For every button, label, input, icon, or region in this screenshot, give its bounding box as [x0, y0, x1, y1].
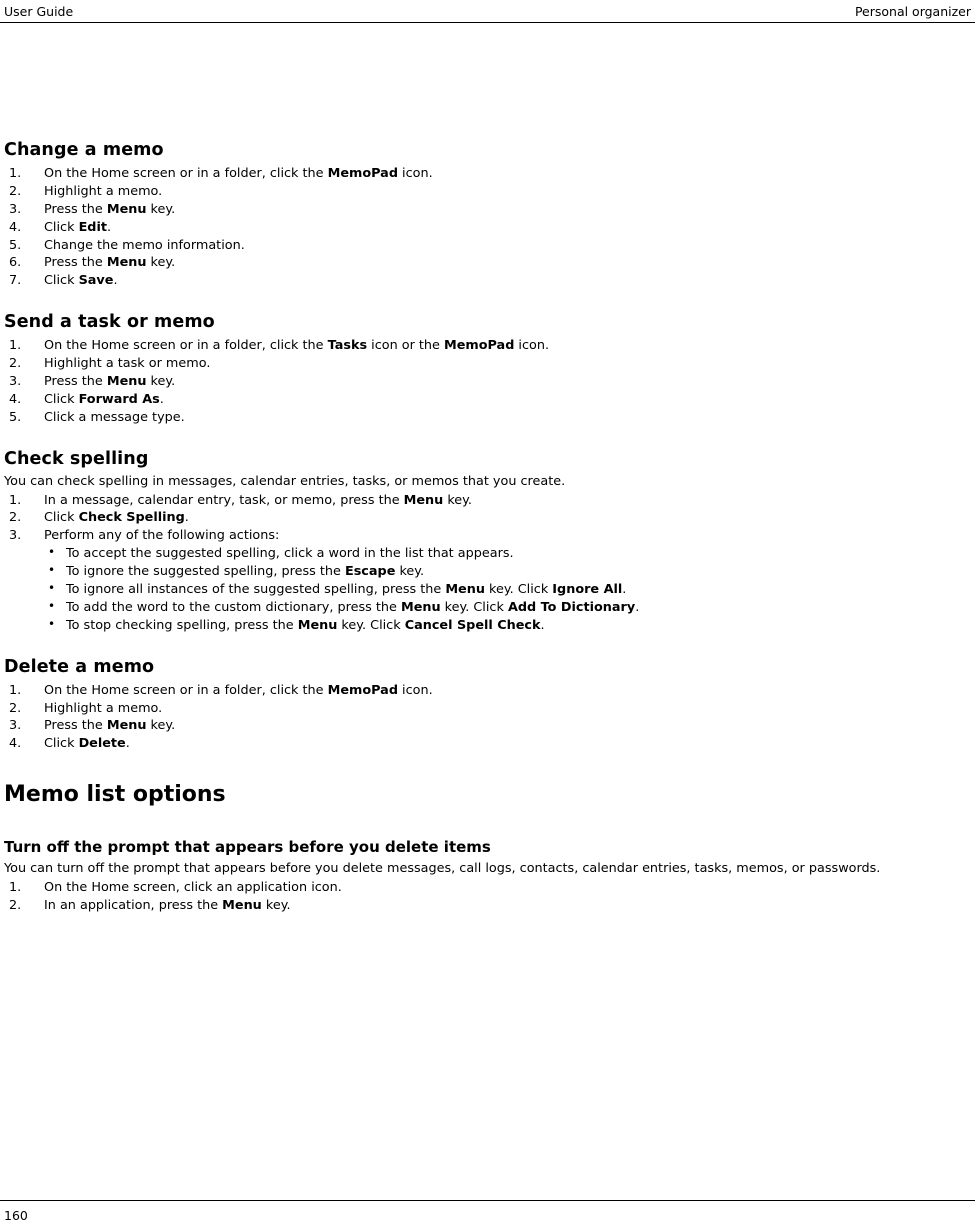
intro-check-spelling: You can check spelling in messages, cale… — [4, 473, 566, 489]
inline-bold-menu: Menu — [106, 374, 147, 390]
inline-bold-menu: Menu — [106, 255, 147, 271]
inline-bold-menu: Menu — [445, 582, 485, 598]
list-item: Click Edit. — [9, 219, 112, 237]
list-item: Perform any of the following actions: — [9, 528, 280, 545]
steps-turn-off-prompt: On the Home screen, click an application… — [4, 880, 959, 915]
header-left-label: User Guide — [4, 3, 74, 19]
list-item: Click Delete. — [9, 736, 130, 753]
document-page: User Guide Personal organizer Change a m… — [0, 0, 975, 1228]
inline-bold-menu: Menu — [106, 201, 147, 217]
header-right-label: Personal organizer — [854, 3, 971, 19]
list-item: Highlight a memo. — [9, 183, 163, 201]
bullets-check-spelling: To accept the suggested spelling, click … — [4, 545, 959, 635]
inline-bold-save: Save — [78, 273, 114, 289]
steps-send-a-task-or-memo: On the Home screen or in a folder, click… — [4, 338, 959, 426]
steps-delete-a-memo: On the Home screen or in a folder, click… — [4, 683, 959, 754]
list-item: On the Home screen or in a folder, click… — [9, 338, 550, 355]
list-item: Press the Menu key. — [9, 255, 176, 272]
inline-bold-delete: Delete — [78, 736, 126, 752]
list-item: In a message, calendar entry, task, or m… — [9, 492, 472, 510]
inline-bold-forward-as: Forward As — [78, 391, 160, 407]
list-item: To accept the suggested spelling, click … — [4, 545, 959, 563]
heading-check-spelling: Check spelling — [4, 448, 149, 469]
inline-bold-menu: Menu — [222, 898, 262, 914]
list-item: On the Home screen or in a folder, click… — [9, 682, 433, 700]
page-header: User Guide Personal organizer — [0, 0, 975, 22]
intro-turn-off-prompt: You can turn off the prompt that appears… — [4, 861, 881, 877]
list-item: To stop checking spelling, press the Men… — [4, 617, 959, 635]
inline-bold-menu: Menu — [400, 599, 441, 615]
list-item: To add the word to the custom dictionary… — [4, 599, 959, 617]
list-item: Click Check Spelling. — [9, 510, 189, 527]
list-item: Press the Menu key. — [9, 718, 176, 735]
steps-check-spelling: In a message, calendar entry, task, or m… — [4, 493, 959, 546]
inline-bold-check-spelling: Check Spelling — [78, 510, 185, 526]
footer-divider — [0, 1200, 975, 1201]
list-item: Click Save. — [9, 273, 118, 290]
heading-memo-list-options: Memo list options — [4, 782, 226, 808]
inline-bold-menu: Menu — [297, 617, 338, 633]
list-item: Click Forward As. — [9, 391, 164, 409]
inline-bold-memopad: MemoPad — [327, 682, 398, 698]
list-item: Highlight a memo. — [9, 700, 163, 718]
inline-bold-tasks: Tasks — [327, 338, 368, 354]
list-item: In an application, press the Menu key. — [9, 898, 291, 915]
page-number: 160 — [4, 1208, 28, 1223]
list-item: To ignore all instances of the suggested… — [4, 581, 959, 599]
document-body: Change a memo On the Home screen or in a… — [4, 140, 959, 916]
inline-bold-escape: Escape — [344, 564, 396, 580]
list-item: Press the Menu key. — [9, 374, 176, 391]
list-item: Click a message type. — [9, 409, 185, 427]
inline-bold-menu: Menu — [403, 492, 444, 508]
header-divider — [0, 22, 975, 23]
heading-delete-a-memo: Delete a memo — [4, 656, 155, 677]
inline-bold-cancel-spell-check: Cancel Spell Check — [404, 617, 541, 633]
list-item: Change the memo information. — [9, 237, 245, 255]
heading-send-a-task-or-memo: Send a task or memo — [4, 312, 215, 333]
inline-bold-edit: Edit — [78, 219, 107, 235]
steps-change-a-memo: On the Home screen or in a folder, click… — [4, 166, 959, 290]
inline-bold-ignore-all: Ignore All — [552, 582, 623, 598]
list-item: On the Home screen, click an application… — [9, 880, 342, 897]
list-item: On the Home screen or in a folder, click… — [9, 166, 433, 183]
inline-bold-memopad: MemoPad — [443, 338, 515, 354]
inline-bold-menu: Menu — [106, 718, 147, 734]
list-item: Highlight a task or memo. — [9, 356, 211, 373]
inline-bold-add-to-dictionary: Add To Dictionary — [507, 599, 636, 615]
heading-turn-off-prompt: Turn off the prompt that appears before … — [4, 838, 491, 857]
list-item: To ignore the suggested spelling, press … — [4, 563, 959, 581]
inline-bold-memopad: MemoPad — [327, 166, 398, 181]
heading-change-a-memo: Change a memo — [4, 140, 164, 160]
list-item: Press the Menu key. — [9, 201, 176, 219]
